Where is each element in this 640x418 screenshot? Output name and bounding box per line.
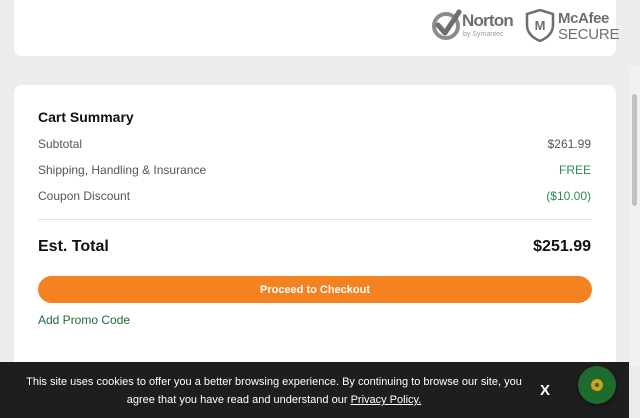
- cart-summary-title: Cart Summary: [38, 109, 134, 125]
- shipping-value: FREE: [558, 163, 591, 177]
- mcafee-secure: SECURE: [558, 26, 620, 43]
- subtotal-value: $261.99: [547, 137, 591, 151]
- summary-divider: [38, 219, 592, 220]
- norton-name: Norton: [462, 11, 514, 30]
- norton-check-icon: [432, 9, 462, 40]
- proceed-to-checkout-button[interactable]: Proceed to Checkout: [38, 276, 592, 303]
- mcafee-name: McAfee: [558, 10, 609, 27]
- subtotal-label: Subtotal: [38, 137, 83, 151]
- page-scrollbar[interactable]: [629, 66, 640, 366]
- cookie-close-button[interactable]: X: [540, 382, 550, 399]
- add-promo-code-link[interactable]: Add Promo Code: [38, 313, 130, 327]
- shipping-label: Shipping, Handling & Insurance: [38, 163, 207, 177]
- est-total-label: Est. Total: [38, 238, 109, 255]
- mcafee-badge: M McAfee SECURE: [525, 9, 620, 43]
- mcafee-shield-icon: M: [525, 9, 555, 42]
- mcafee-shield-letter: M: [535, 18, 546, 33]
- privacy-policy-link[interactable]: Privacy Policy.: [351, 394, 422, 406]
- chat-button[interactable]: [578, 366, 616, 404]
- est-total-value: $251.99: [533, 238, 591, 255]
- cookie-banner: This site uses cookies to offer you a be…: [0, 362, 629, 418]
- cookie-message: This site uses cookies to offer you a be…: [20, 373, 528, 409]
- norton-sub: by Symantec: [463, 31, 504, 38]
- norton-badge: Norton by Symantec: [432, 9, 514, 43]
- chat-icon: [591, 379, 603, 391]
- trust-badges-card: Norton by Symantec M McAfee SECURE: [14, 0, 620, 56]
- chat-icon-dot: [595, 383, 599, 387]
- cart-summary-card: Cart Summary Subtotal $261.99 Shipping, …: [14, 85, 616, 385]
- scrollbar-thumb[interactable]: [632, 94, 637, 206]
- coupon-value: ($10.00): [546, 189, 591, 203]
- coupon-label: Coupon Discount: [38, 189, 131, 203]
- cookie-message-text: This site uses cookies to offer you a be…: [26, 376, 522, 406]
